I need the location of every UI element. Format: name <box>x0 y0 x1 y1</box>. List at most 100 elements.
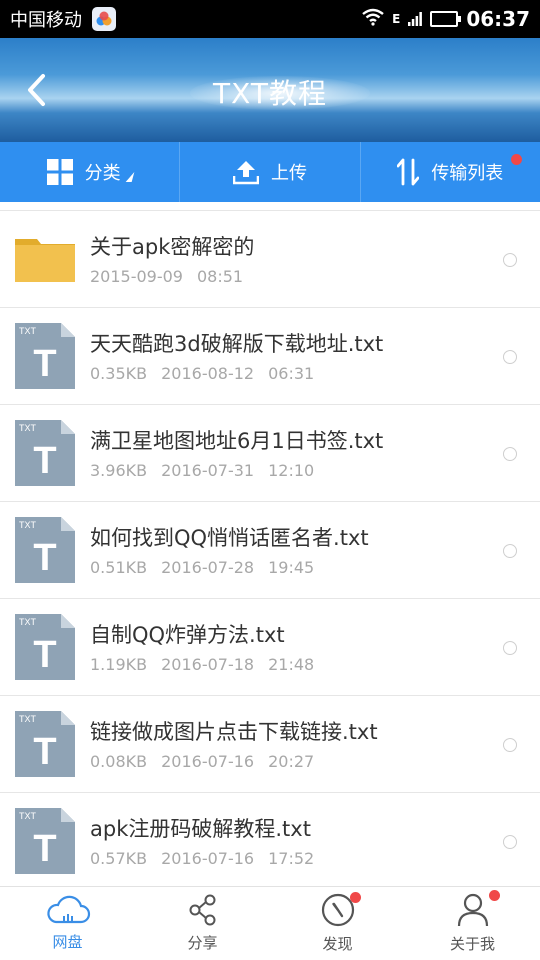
file-meta: 3.96KB 2016-07-31 12:10 <box>90 461 540 480</box>
svg-text:TXT: TXT <box>19 423 37 433</box>
file-row[interactable]: TXT T 满卫星地图地址6月1日书签.txt 3.96KB 2016-07-31 12:… <box>0 405 540 502</box>
file-time: 08:51 <box>196 266 244 286</box>
svg-text:T: T <box>33 731 56 773</box>
signal-icon <box>408 7 423 31</box>
network-type-label: E <box>392 12 401 26</box>
notification-dot <box>489 890 500 901</box>
file-row[interactable]: 关于apk密解密的 2015-09-09 08:51 <box>0 211 540 308</box>
action-toolbar: 分类 上传 传输列表 <box>0 142 540 202</box>
select-radio[interactable] <box>503 738 517 752</box>
file-size: 0.51KB <box>90 557 148 577</box>
txt-file-icon: TXT T <box>15 808 75 874</box>
file-time: 12:10 <box>268 460 315 480</box>
nav-label: 发现 <box>322 935 353 953</box>
svg-text:TXT: TXT <box>19 714 37 724</box>
file-name: 自制QQ炸弹方法.txt <box>90 622 285 647</box>
folder-icon <box>15 226 75 292</box>
cloud-icon <box>46 895 90 924</box>
file-time: 20:27 <box>268 751 315 771</box>
nav-label: 关于我 <box>449 935 495 953</box>
upload-button[interactable]: 上传 <box>179 142 359 202</box>
select-radio[interactable] <box>503 544 517 558</box>
file-size: 0.57KB <box>90 848 148 868</box>
svg-text:T: T <box>33 537 56 579</box>
file-date: 2016-07-28 <box>161 557 255 577</box>
svg-text:T: T <box>33 440 56 482</box>
share-icon <box>189 894 215 926</box>
file-date: 2016-07-16 <box>161 848 255 868</box>
select-radio[interactable] <box>503 835 517 849</box>
nav-item-share[interactable]: 分享 <box>135 887 270 960</box>
file-size: 1.19KB <box>90 654 148 674</box>
page-title: TXT教程 <box>213 77 327 110</box>
file-time: 21:48 <box>268 654 315 674</box>
transfer-list-button[interactable]: 传输列表 <box>359 142 540 202</box>
file-time: 06:31 <box>268 363 315 383</box>
clock: 06:37 <box>466 7 530 31</box>
file-name: 如何找到QQ悄悄话匿名者.txt <box>90 525 369 550</box>
grid-icon <box>46 159 73 185</box>
app-notification-icon <box>92 7 116 31</box>
nav-item-discover[interactable]: 发现 <box>270 887 405 960</box>
svg-text:TXT: TXT <box>19 326 37 336</box>
transfer-arrows-icon <box>397 158 420 186</box>
battery-icon <box>430 11 462 27</box>
nav-item-about-me[interactable]: 关于我 <box>405 887 540 960</box>
select-radio[interactable] <box>503 350 517 364</box>
file-row[interactable]: TXT T 链接做成图片点击下载链接.txt 0.08KB 2016-07-16 20:2… <box>0 696 540 793</box>
notification-dot <box>510 154 522 165</box>
file-row[interactable]: TXT T 天天酷跑3d破解版下载地址.txt 0.35KB 2016-08-12 06:… <box>0 308 540 405</box>
file-row[interactable]: TXT T 自制QQ炸弹方法.txt 1.19KB 2016-07-18 21:48 <box>0 599 540 696</box>
carrier-name: 中国移动 <box>10 10 82 31</box>
txt-file-icon: TXT T <box>15 711 75 777</box>
file-time: 17:52 <box>268 848 315 868</box>
file-row[interactable]: TXT Tapk注册码破解教程.txt 0.57KB 2016-07-16 17:52 <box>0 793 540 886</box>
upload-icon <box>232 161 259 185</box>
txt-file-icon: TXT T <box>15 517 75 583</box>
svg-text:TXT: TXT <box>19 617 37 627</box>
bottom-nav: 网盘 分享 发现 关于我 <box>0 886 540 960</box>
file-meta: 2015-09-09 08:51 <box>90 267 540 286</box>
svg-text:T: T <box>33 343 56 385</box>
file-row[interactable]: TXT T 如何找到QQ悄悄话匿名者.txt 0.51KB 2016-07-28 19:4… <box>0 502 540 599</box>
category-label: 分类 <box>84 163 121 184</box>
txt-file-icon: TXT T <box>15 420 75 486</box>
file-list: 关于apk密解密的 2015-09-09 08:51 TXT T 天天酷跑3d破解版下载地… <box>0 210 540 886</box>
file-date: 2016-07-18 <box>161 654 255 674</box>
select-radio[interactable] <box>503 641 517 655</box>
status-bar: 中国移动 E 06:37 <box>0 0 540 38</box>
file-meta: 0.08KB 2016-07-16 20:27 <box>90 752 540 771</box>
svg-text:T: T <box>33 634 56 676</box>
file-name: 天天酷跑3d破解版下载地址.txt <box>90 331 384 356</box>
txt-file-icon: TXT T <box>15 614 75 680</box>
txt-file-icon: TXT T <box>15 323 75 389</box>
svg-text:TXT: TXT <box>19 811 37 821</box>
select-radio[interactable] <box>503 447 517 461</box>
file-name: 链接做成图片点击下载链接.txt <box>90 719 378 744</box>
file-date: 2016-07-16 <box>161 751 255 771</box>
file-name: 关于apk密解密的 <box>90 234 255 259</box>
file-meta: 0.51KB 2016-07-28 19:45 <box>90 558 540 577</box>
file-size: 0.08KB <box>90 751 148 771</box>
category-button[interactable]: 分类 <box>0 142 179 202</box>
wifi-icon <box>362 7 384 31</box>
transfer-list-label: 传输列表 <box>431 163 504 184</box>
file-meta: 0.35KB 2016-08-12 06:31 <box>90 364 540 383</box>
file-name: 满卫星地图地址6月1日书签.txt <box>90 428 384 453</box>
nav-label: 分享 <box>187 934 218 952</box>
file-name: apk注册码破解教程.txt <box>90 816 311 841</box>
dropdown-caret-icon <box>125 172 134 182</box>
file-date: 2016-07-31 <box>161 460 255 480</box>
notification-dot <box>350 892 361 903</box>
title-bar: TXT教程 <box>0 38 540 142</box>
user-icon <box>457 893 488 927</box>
file-date: 2016-08-12 <box>161 363 255 383</box>
svg-text:T: T <box>33 828 56 870</box>
file-date: 2015-09-09 <box>90 266 183 286</box>
file-meta: 0.57KB 2016-07-16 17:52 <box>90 849 540 868</box>
nav-item-cloud-drive[interactable]: 网盘 <box>0 887 135 960</box>
file-time: 19:45 <box>268 557 315 577</box>
svg-text:TXT: TXT <box>19 520 37 530</box>
file-size: 0.35KB <box>90 363 148 383</box>
select-radio[interactable] <box>503 253 517 267</box>
